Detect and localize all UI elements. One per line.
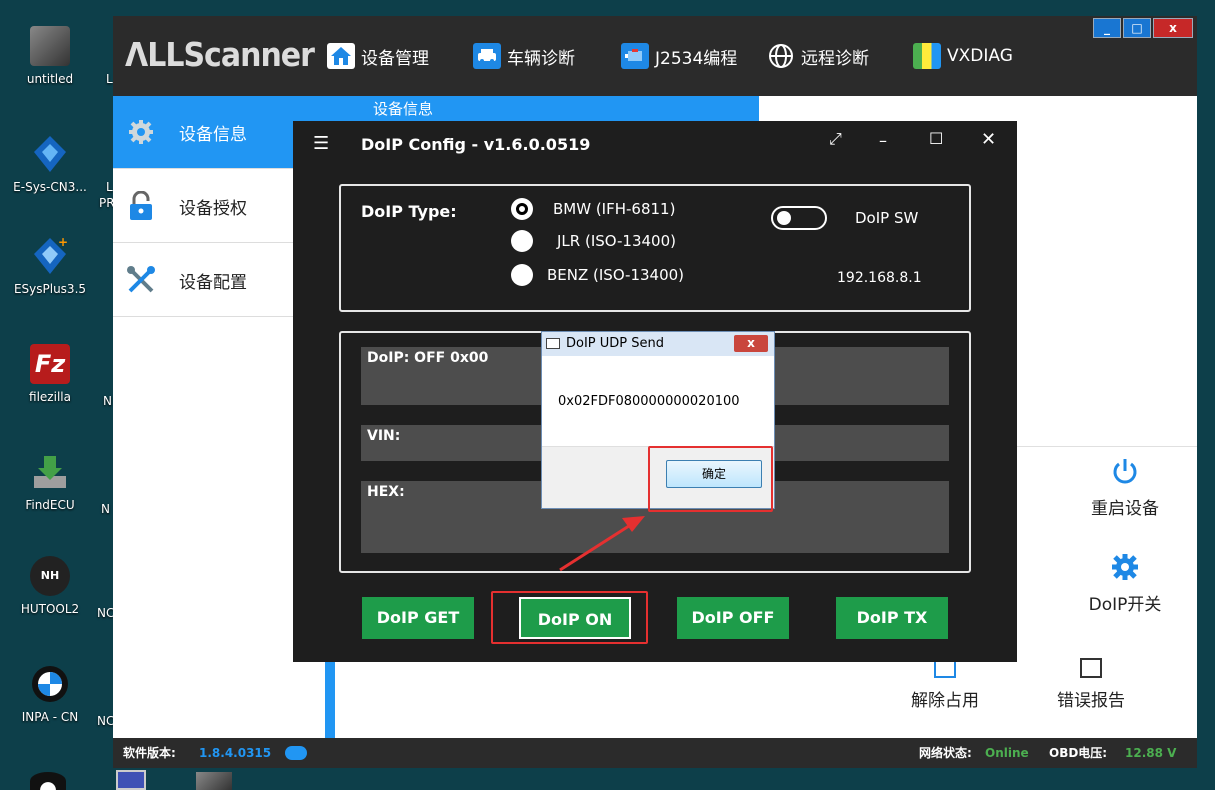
action-label: 解除占用 — [911, 691, 979, 711]
version-label: 软件版本: — [123, 746, 176, 760]
radio-jlr[interactable] — [511, 230, 533, 252]
report-icon — [1080, 658, 1102, 678]
app-header: ΛLLScanner 设备管理 车辆诊断 J2534编程 远程诊断 VXDIAG… — [113, 16, 1197, 96]
nav-device-management[interactable]: 设备管理 — [327, 42, 429, 70]
maximize-button[interactable]: □ — [1123, 18, 1151, 38]
obd-label: OBD电压: — [1049, 746, 1108, 760]
clipped-label: NC — [97, 714, 115, 728]
radio-bmw-label: BMW (IFH-6811) — [553, 200, 676, 218]
doip-title: DoIP Config - v1.6.0.0519 — [361, 135, 591, 154]
doip-sw-toggle[interactable] — [771, 206, 827, 230]
doip-type-panel: DoIP Type: BMW (IFH-6811) JLR (ISO-13400… — [339, 184, 971, 312]
network-value: Online — [985, 746, 1029, 760]
download-icon — [30, 452, 70, 492]
nav-label: 远程诊断 — [801, 48, 869, 69]
bmw-icon — [30, 664, 70, 704]
radio-benz-label: BENZ (ISO-13400) — [547, 266, 685, 284]
sidebar-item-label: 设备信息 — [179, 124, 247, 145]
obd-value: 12.88 V — [1125, 746, 1177, 760]
version-value: 1.8.4.0315 — [199, 746, 272, 760]
nav-vehicle-diagnosis[interactable]: 车辆诊断 — [473, 42, 575, 70]
desktop-icon-hutool[interactable]: NH HUTOOL2 — [2, 556, 98, 616]
desktop-icon-esys[interactable]: E-Sys-CN3... — [2, 134, 98, 194]
dialog-close-button[interactable]: x — [734, 335, 768, 352]
content-header: 设备信息 — [325, 96, 759, 122]
hutool-icon: NH — [30, 556, 70, 596]
doip-tx-button[interactable]: DoIP TX — [836, 597, 948, 639]
ip-address: 192.168.8.1 — [837, 270, 922, 286]
toggle-knob — [777, 211, 791, 225]
desktop-icon-bottom-1[interactable] — [30, 772, 66, 790]
doip-get-button[interactable]: DoIP GET — [362, 597, 474, 639]
filezilla-icon: Fz — [30, 344, 70, 384]
nav-label: VXDIAG — [947, 46, 1013, 66]
minimize-icon[interactable]: – — [879, 131, 887, 150]
esysplus-icon: + — [30, 235, 70, 276]
doip-switch-button[interactable]: DoIP开关 — [1065, 552, 1185, 615]
doip-off-button[interactable]: DoIP OFF — [677, 597, 789, 639]
clapperboard-icon — [30, 26, 70, 66]
hamburger-menu-icon[interactable]: ☰ — [313, 133, 329, 154]
app-logo: ΛLLScanner — [125, 36, 315, 75]
nav-remote-diagnosis[interactable]: 远程诊断 — [767, 42, 869, 70]
network-label: 网络状态: — [919, 746, 972, 760]
restart-device-button[interactable]: 重启设备 — [1065, 456, 1185, 519]
radio-bmw[interactable] — [511, 198, 533, 220]
nav-j2534[interactable]: J2534编程 — [621, 42, 737, 70]
desktop-icon-filezilla[interactable]: Fz filezilla — [2, 344, 98, 404]
svg-text:+: + — [58, 236, 68, 249]
sidebar-item-label: 设备配置 — [179, 272, 247, 293]
radio-jlr-label: JLR (ISO-13400) — [557, 232, 676, 250]
minimize-button[interactable]: _ — [1093, 18, 1121, 38]
expand-icon[interactable]: ⤢ — [829, 129, 842, 149]
nav-label: J2534编程 — [655, 48, 738, 69]
close-icon[interactable]: ✕ — [981, 129, 996, 150]
desktop-icon-esysplus[interactable]: + ESysPlus3.5 — [2, 235, 98, 296]
power-icon — [1110, 456, 1140, 486]
nav-label: 设备管理 — [361, 48, 429, 69]
globe-icon — [767, 43, 795, 69]
dialog-titlebar: DoIP UDP Send x — [542, 332, 774, 356]
doip-sw-label: DoIP SW — [855, 209, 919, 227]
desktop-icon-inpa[interactable]: INPA - CN — [2, 664, 98, 724]
home-icon — [327, 43, 355, 69]
clipped-label: NC — [97, 606, 115, 620]
desktop-icon-findecu[interactable]: FindECU — [2, 452, 98, 512]
error-report-button[interactable]: 错误报告 — [1031, 658, 1151, 711]
car-icon — [473, 43, 501, 69]
action-label: 错误报告 — [1057, 691, 1125, 711]
lock-icon — [119, 190, 163, 222]
desktop-icon-bottom-3[interactable] — [196, 772, 232, 790]
release-occupancy-button[interactable]: 解除占用 — [885, 658, 1005, 711]
gear-icon — [119, 116, 163, 148]
nav-label: 车辆诊断 — [507, 48, 575, 69]
radio-benz[interactable] — [511, 264, 533, 286]
desktop-icon-bottom-2[interactable] — [116, 770, 146, 790]
action-label: DoIP开关 — [1088, 595, 1162, 615]
dialog-message: 0x02FDF080000000020100 — [558, 394, 740, 409]
clipped-label: N — [103, 394, 112, 408]
close-button[interactable]: x — [1153, 18, 1193, 38]
engine-icon — [621, 43, 649, 69]
desktop-icon-untitled[interactable]: untitled — [2, 26, 98, 86]
highlight-ok-button — [648, 446, 773, 512]
highlight-doip-on-button — [491, 591, 648, 644]
vxdiag-icon — [913, 43, 941, 69]
tools-icon — [119, 264, 163, 296]
nav-vxdiag[interactable]: VXDIAG — [913, 42, 1013, 70]
clipped-label: L — [106, 72, 113, 86]
clipped-label: N — [101, 502, 110, 516]
esys-icon — [30, 134, 70, 174]
maximize-icon[interactable]: ☐ — [929, 129, 943, 148]
status-bar: 软件版本: 1.8.4.0315 网络状态: Online OBD电压: 12.… — [113, 738, 1197, 768]
gear-icon — [1110, 552, 1140, 582]
action-label: 重启设备 — [1091, 499, 1159, 519]
cloud-download-icon[interactable] — [285, 746, 307, 760]
clipped-label: L — [106, 180, 113, 194]
sidebar-item-label: 设备授权 — [179, 198, 247, 219]
doip-type-label: DoIP Type: — [361, 202, 457, 221]
app-window-icon — [546, 338, 560, 349]
dialog-title: DoIP UDP Send — [566, 336, 665, 351]
